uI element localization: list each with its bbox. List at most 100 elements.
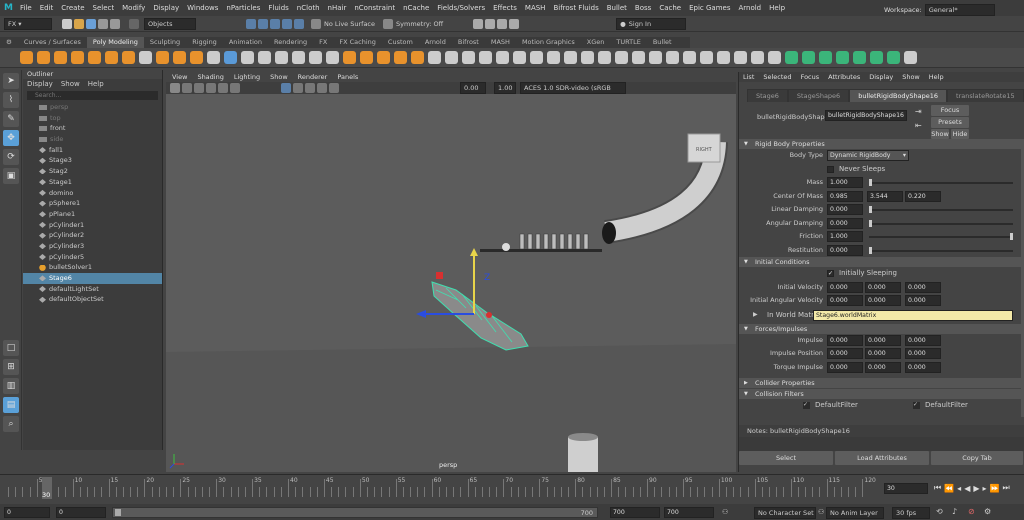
persp-outliner-layout-icon[interactable]: ▤	[3, 397, 19, 413]
focus-button[interactable]: Focus	[931, 105, 969, 116]
shelf-tool-2-icon[interactable]	[37, 51, 50, 64]
character-set-icon[interactable]: ⚇	[722, 508, 728, 516]
shelf-tab-motiongraphics[interactable]: Motion Graphics	[516, 37, 581, 48]
outliner-menu-help[interactable]: Help	[88, 79, 104, 89]
shelf-tool-12-icon[interactable]	[207, 51, 220, 64]
initial-velocity-z[interactable]: 0.000	[905, 281, 941, 293]
initial-angular-y[interactable]: 0.000	[865, 295, 901, 306]
attr-tab-stage6[interactable]: Stage6	[747, 88, 788, 102]
shelf-tool-11-icon[interactable]	[190, 51, 203, 64]
symmetry-icon[interactable]	[383, 18, 394, 29]
shelf-tab-bullet[interactable]: Bullet	[647, 37, 678, 48]
impulse-z[interactable]: 0.000	[905, 334, 941, 346]
shelf-tool-43-icon[interactable]	[734, 51, 747, 64]
camera-icon[interactable]	[170, 83, 180, 93]
friction-slider[interactable]	[869, 233, 1013, 240]
viewport-menu-lighting[interactable]: Lighting	[234, 72, 260, 82]
center-z-field[interactable]: 0.220	[905, 190, 941, 202]
select-tool-icon[interactable]: ➤	[3, 73, 19, 89]
colorspace-dropdown[interactable]: ACES 1.0 SDR-video (sRGB	[520, 82, 626, 94]
initial-angular-x[interactable]: 0.000	[827, 295, 863, 306]
scale-tool-icon[interactable]: ▣	[3, 168, 19, 184]
viewport-menu-renderer[interactable]: Renderer	[298, 72, 328, 82]
focus-arrow-icon[interactable]: ⇥	[915, 107, 922, 116]
shelf-tool-33-icon[interactable]	[564, 51, 577, 64]
section-initial-conditions[interactable]: Initial Conditions	[739, 257, 1021, 267]
loop-icon[interactable]: ⟲	[936, 507, 943, 516]
shelf-tool-9-icon[interactable]	[156, 51, 169, 64]
shelf-tool-29-icon[interactable]	[496, 51, 509, 64]
outliner-item[interactable]: pSphere1	[23, 198, 162, 209]
outliner-item[interactable]: defaultObjectSet	[23, 294, 162, 305]
shelf-tool-36-icon[interactable]	[615, 51, 628, 64]
shelf-tab-custom[interactable]: Custom	[382, 37, 419, 48]
current-time-marker[interactable]: 30	[42, 477, 52, 499]
shelf-tool-37-icon[interactable]	[632, 51, 645, 64]
torque-z[interactable]: 0.000	[905, 361, 941, 373]
impulse-position-x[interactable]: 0.000	[827, 348, 863, 359]
move-y-arrow-icon[interactable]	[470, 248, 478, 256]
textured-icon[interactable]	[206, 83, 216, 93]
smooth-shade-icon[interactable]	[194, 83, 204, 93]
shelf-tool-42-icon[interactable]	[717, 51, 730, 64]
shelf-tool-14-icon[interactable]	[241, 51, 254, 64]
menu-modify[interactable]: Modify	[118, 0, 149, 16]
shelf-tool-5-icon[interactable]	[88, 51, 101, 64]
shelf-tool-41-icon[interactable]	[700, 51, 713, 64]
restitution-field[interactable]: 0.000	[827, 244, 863, 256]
move-x-handle[interactable]	[486, 312, 492, 318]
menu-bifrostfluids[interactable]: Bifrost Fluids	[549, 0, 602, 16]
lasso-tool-icon[interactable]: ⌇	[3, 92, 19, 108]
viewport-menu-show[interactable]: Show	[270, 72, 288, 82]
menu-arnold[interactable]: Arnold	[734, 0, 765, 16]
shelf-tab-sculpting[interactable]: Sculpting	[144, 37, 186, 48]
section-rigid-body[interactable]: Rigid Body Properties	[739, 139, 1021, 149]
isolate-icon[interactable]	[293, 83, 303, 93]
undo-icon[interactable]	[98, 18, 108, 29]
shelf-settings-icon[interactable]: ⚙	[0, 37, 18, 48]
shelf-tool-46-icon[interactable]	[785, 51, 798, 64]
torque-x[interactable]: 0.000	[827, 361, 863, 373]
shadows-icon[interactable]	[230, 83, 240, 93]
never-sleeps-checkbox[interactable]	[827, 165, 834, 173]
shelf-tab-rigging[interactable]: Rigging	[186, 37, 223, 48]
expand-arrow-icon[interactable]: ▶	[753, 311, 758, 318]
range-bar[interactable]: 700	[112, 507, 598, 518]
outliner-item[interactable]: Stage3	[23, 155, 162, 166]
shelf-tool-10-icon[interactable]	[173, 51, 186, 64]
shelf-tool-28-icon[interactable]	[479, 51, 492, 64]
anim-layer-icon[interactable]: ⚇	[818, 508, 824, 516]
go-to-end-icon[interactable]: ⏭	[1002, 483, 1009, 493]
outliner-item[interactable]: persp	[23, 102, 162, 113]
shelf-tool-31-icon[interactable]	[530, 51, 543, 64]
menu-bullet[interactable]: Bullet	[603, 0, 631, 16]
attr-menu-help[interactable]: Help	[929, 72, 944, 82]
motion-blur-icon[interactable]	[329, 83, 339, 93]
presets-arrow-icon[interactable]: ⇤	[915, 121, 922, 130]
move-z-arrow-icon[interactable]	[416, 310, 426, 318]
hide-button[interactable]: Hide	[951, 129, 969, 139]
snap-point-icon[interactable]	[270, 18, 280, 29]
menu-ncloth[interactable]: nCloth	[293, 0, 324, 16]
outliner-menu-show[interactable]: Show	[61, 79, 80, 89]
outliner-item[interactable]: pCylinder5	[23, 252, 162, 263]
impulse-position-z[interactable]: 0.000	[905, 348, 941, 359]
time-slider[interactable]: 5 10 15 20 25 30 35 40 45 50 55 60 65 70 75 80 85 90 95 100…	[0, 474, 1024, 504]
paint-select-icon[interactable]: ✎	[3, 111, 19, 127]
fps-dropdown[interactable]: 30 fps	[892, 507, 930, 519]
wireframe-icon[interactable]	[182, 83, 192, 93]
outliner-item[interactable]: bulletSolver1	[23, 262, 162, 273]
outliner-item[interactable]: top	[23, 113, 162, 124]
step-forward-icon[interactable]: ▸	[983, 484, 987, 493]
menu-mash[interactable]: MASH	[521, 0, 550, 16]
shelf-tool-19-icon[interactable]	[326, 51, 339, 64]
shelf-tool-34-icon[interactable]	[581, 51, 594, 64]
gamma-field[interactable]: 1.00	[494, 82, 516, 94]
shelf-tool-27-icon[interactable]	[462, 51, 475, 64]
menu-windows[interactable]: Windows	[183, 0, 222, 16]
world-matrix-field[interactable]: Stage6.worldMatrix	[813, 309, 1013, 321]
shelf-tool-17-icon[interactable]	[292, 51, 305, 64]
outliner-item[interactable]: front	[23, 123, 162, 134]
playback-start-field[interactable]: 0	[56, 507, 106, 518]
shelf-tool-7-icon[interactable]	[122, 51, 135, 64]
